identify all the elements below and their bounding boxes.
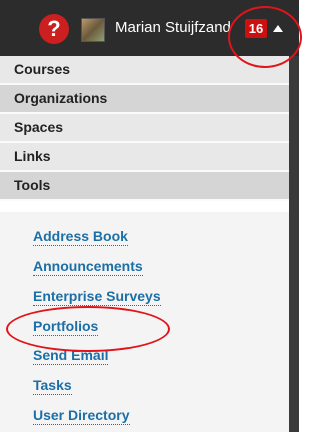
user-name[interactable]: Marian Stuijfzand	[115, 19, 231, 36]
tool-link-portfolios[interactable]: Portfolios	[33, 318, 99, 336]
tool-link-announcements[interactable]: Announcements	[33, 258, 143, 276]
top-bar: ? Marian Stuijfzand 16	[0, 0, 299, 56]
tool-link-enterprise-surveys[interactable]: Enterprise Surveys	[33, 288, 161, 306]
nav-item-organizations[interactable]: Organizations	[0, 85, 289, 114]
notification-badge[interactable]: 16	[245, 19, 267, 38]
caret-up-icon[interactable]	[273, 25, 283, 32]
tool-link-user-directory[interactable]: User Directory	[33, 407, 130, 425]
scrollbar[interactable]	[289, 56, 299, 432]
help-icon[interactable]: ?	[39, 14, 69, 44]
tool-link-send-email[interactable]: Send Email	[33, 347, 109, 365]
global-nav-menu: Courses Organizations Spaces Links Tools	[0, 56, 289, 201]
nav-item-tools[interactable]: Tools	[0, 172, 289, 201]
user-avatar[interactable]	[81, 18, 105, 42]
tool-link-address-book[interactable]: Address Book	[33, 228, 128, 246]
nav-item-links[interactable]: Links	[0, 143, 289, 172]
nav-item-courses[interactable]: Courses	[0, 56, 289, 85]
nav-item-spaces[interactable]: Spaces	[0, 114, 289, 143]
tool-link-tasks[interactable]: Tasks	[33, 377, 72, 395]
